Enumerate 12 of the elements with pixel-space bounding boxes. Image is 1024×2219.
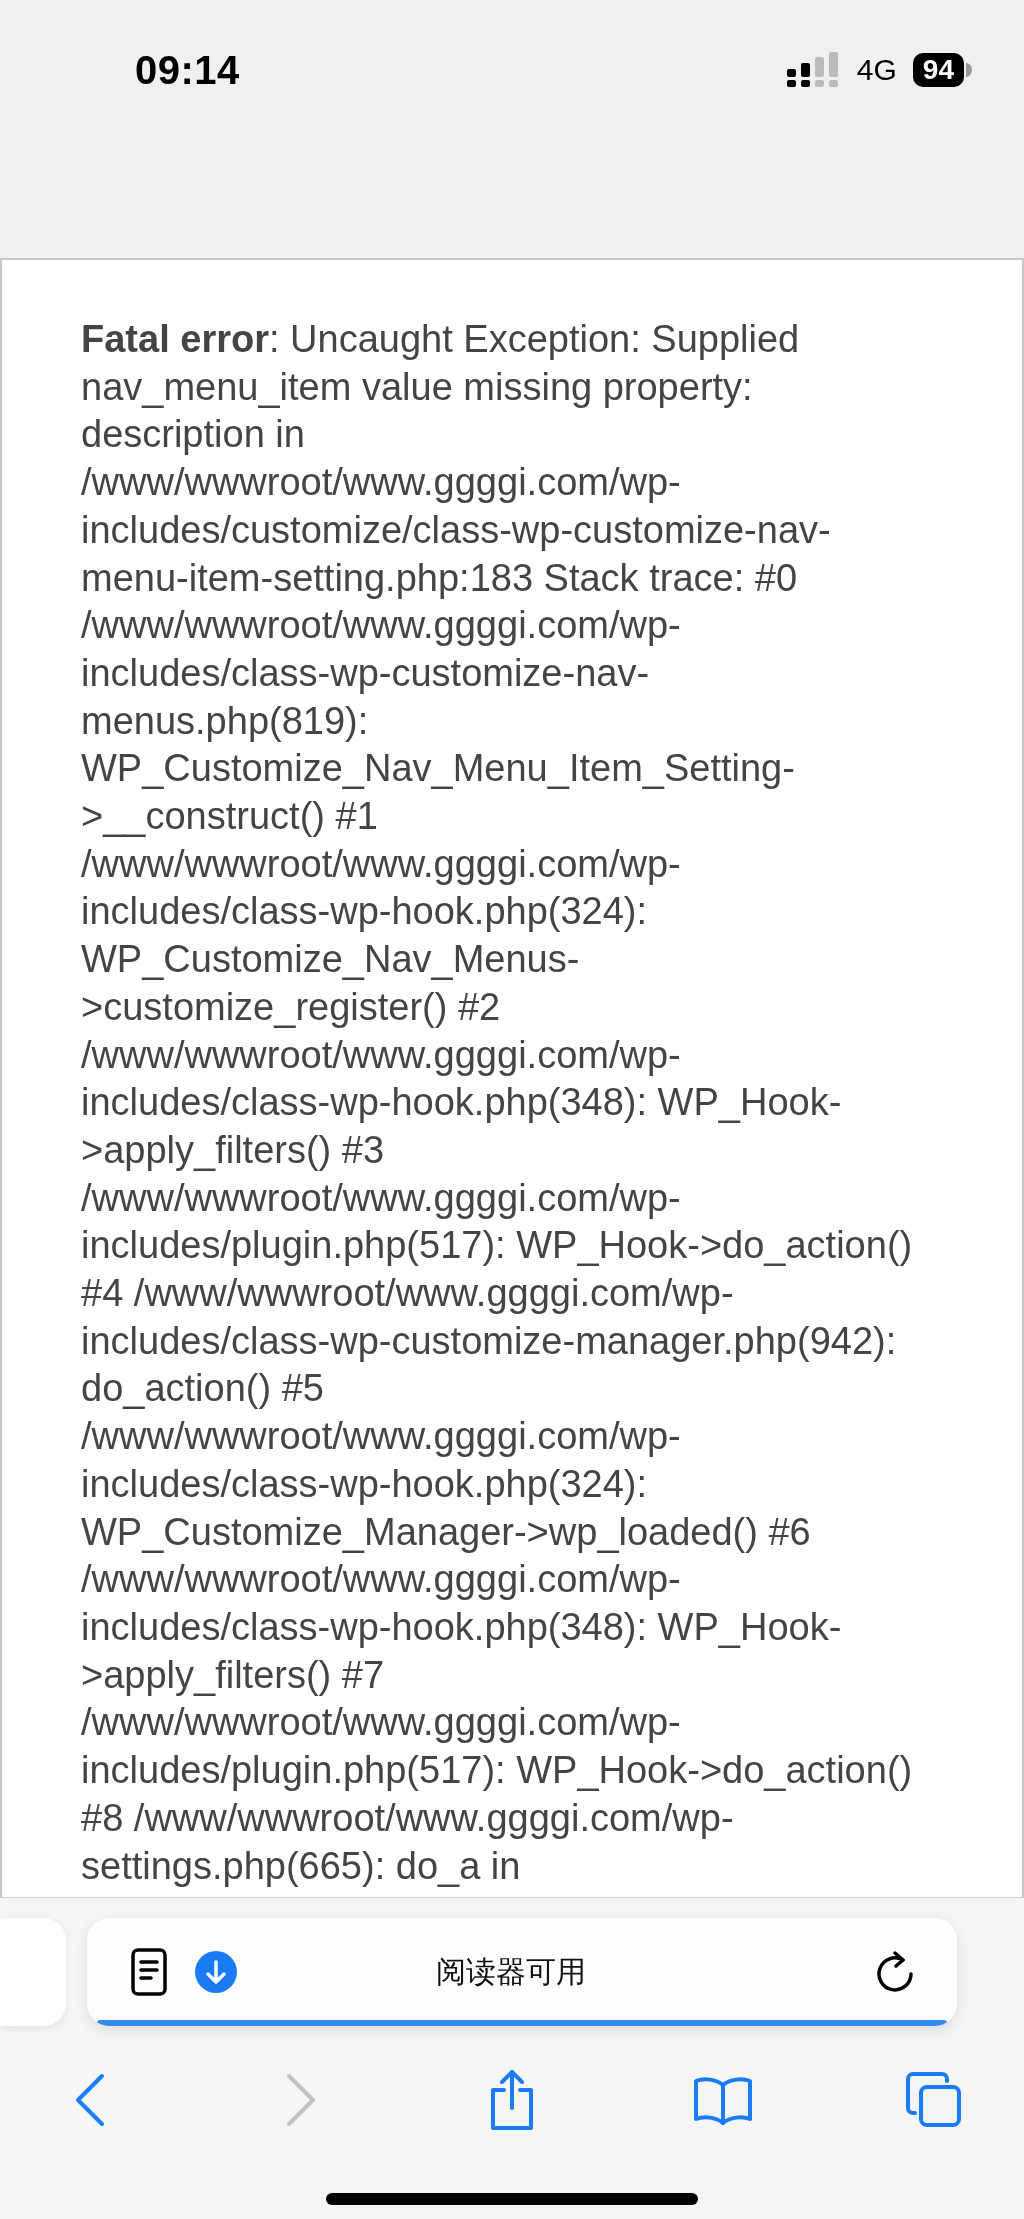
- battery-level: 94: [912, 53, 964, 87]
- clock-time: 09:14: [135, 47, 240, 94]
- network-type: 4G: [856, 53, 897, 87]
- reload-icon[interactable]: [875, 1950, 915, 1994]
- reader-available-label: 阅读器可用: [435, 1953, 587, 1990]
- book-icon: [692, 2075, 754, 2125]
- error-message: Fatal error: Uncaught Exception: Supplied nav_menu_item value missing property: description in /www/wwwroot/www.ggggi.com/wp- includes/customize/class-wp-customize-nav- menu-item-setting.php:183 Stack trace: #0 /www/wwwroot/www.ggggi.com/wp- includes/class-wp-customize-nav- menus.php(819): WP_Customize_Nav_Menu_Item_Setting- >__construct() #1 /www/wwwroot/www.ggggi.com/wp- includes/class-wp-hook.php(324): WP_Customize_Nav_Menus- >customize_register() #2 /www/wwwroot/www.ggggi.com/wp- includes/class-wp-hook.php(348): WP_Hook- >apply_filters() #3 /www/wwwroot/www.ggggi.com/wp- includes/plugin.php(517): WP_Hook->do_action() #4 /www/wwwroot/www.ggggi.com/wp- includes/class-wp-customize-manager.php(942): do_action() #5 /www/wwwroot/www.ggggi.com/wp- includes/class-wp-hook.php(324): WP_Customize_Manager->wp_loaded() #6 /www/wwwroot/www.ggggi.com/wp- includes/class-wp-hook.php(348): WP_Hook- >apply_filters() #7 /www/wwwroot/www.ggggi.com/wp- includes/plugin.php(517): WP_Hook->do_action() #8 /www/wwwroot/www.ggggi.com/wp- settings.php(665): do_a in: [81, 317, 914, 1889]
- signal-icon: [784, 52, 841, 88]
- battery-tip-icon: [966, 63, 972, 77]
- tabs-icon: [905, 2071, 963, 2129]
- download-icon[interactable]: [195, 1951, 237, 1993]
- reader-icon: [131, 1948, 167, 1996]
